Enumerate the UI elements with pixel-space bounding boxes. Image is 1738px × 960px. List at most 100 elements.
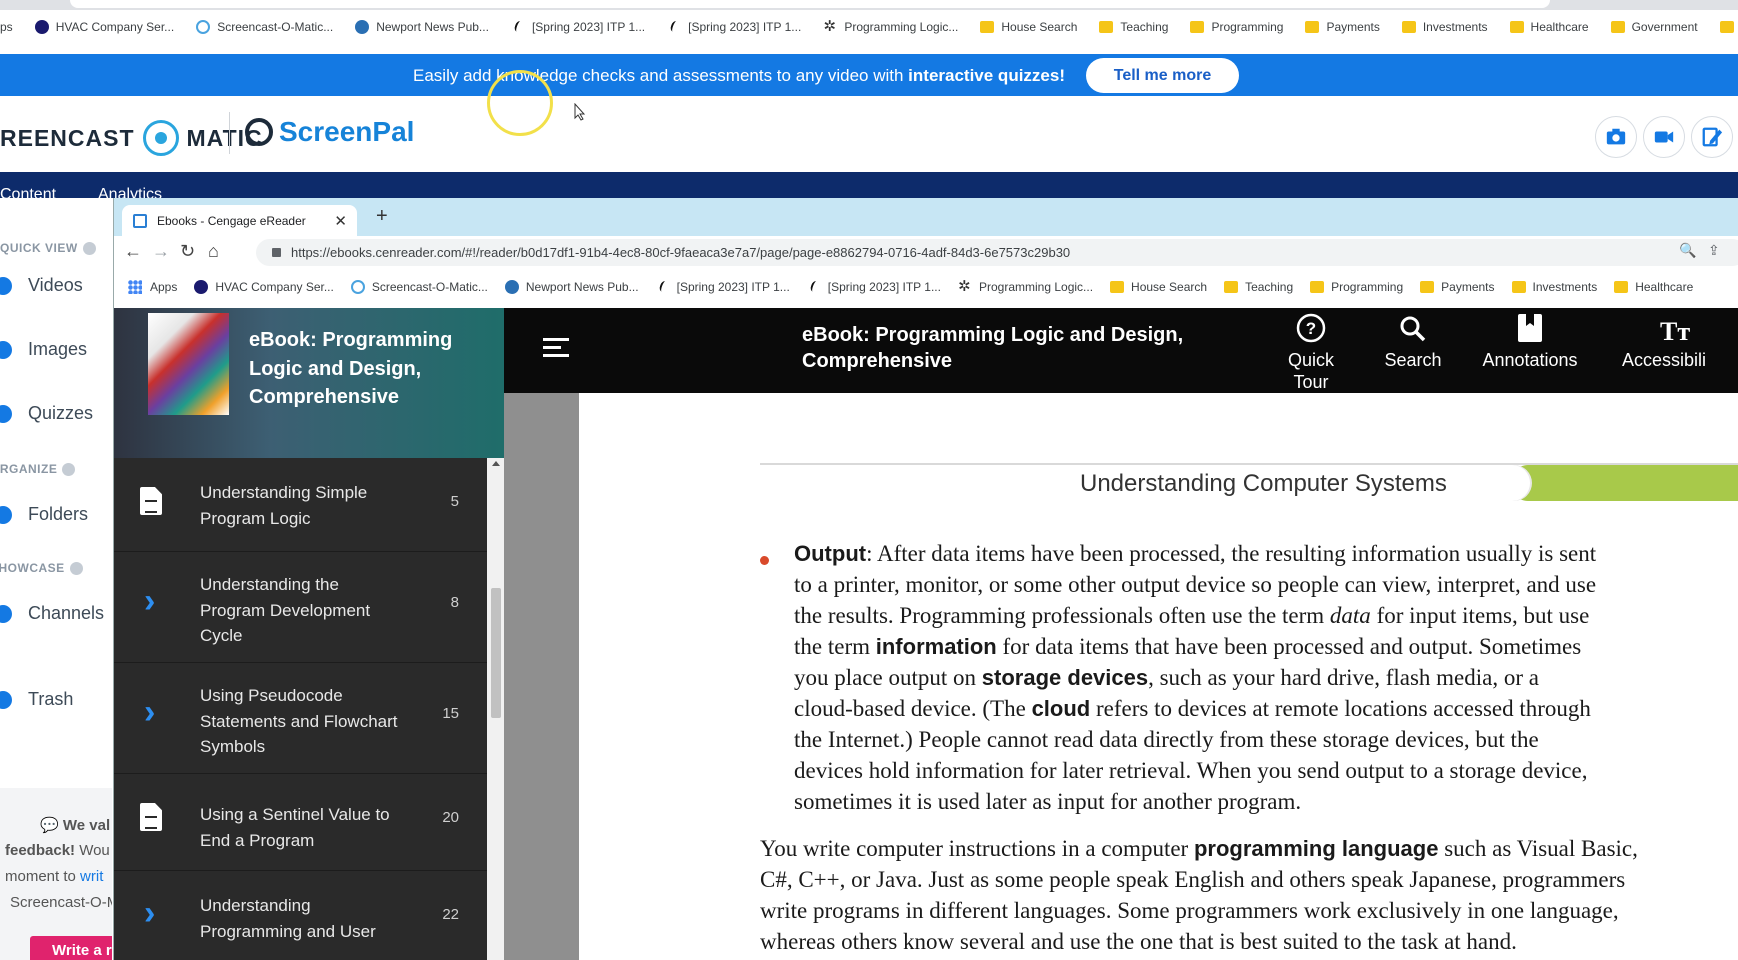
bookmark-item[interactable]: Teaching (1224, 280, 1293, 294)
sidebar-item-label: Channels (28, 603, 105, 623)
menu-collapse-icon[interactable] (543, 338, 569, 358)
bookmark-item[interactable]: Payments (1305, 20, 1380, 34)
scroll-thumb[interactable] (491, 588, 501, 718)
sidebar-item-quizzes[interactable]: Quizzes (0, 403, 93, 424)
new-tab-icon[interactable]: + (376, 205, 388, 228)
info-icon[interactable] (62, 462, 76, 476)
url-bar[interactable]: https://ebooks.cenreader.com/#!/reader/b… (256, 239, 1738, 266)
back-icon[interactable]: ← (124, 241, 142, 262)
folder-icon (1190, 21, 1205, 33)
home-icon[interactable]: ⌂ (208, 241, 219, 262)
bookmark-item[interactable]: Screencast-O-Matic... (350, 280, 488, 294)
toc-item-page: 22 (442, 906, 459, 923)
sidebar-item-folders[interactable]: Folders (0, 504, 88, 525)
toc-item-label: Understanding Programming and User (200, 896, 376, 941)
bookmark-item[interactable]: HVAC Company Ser... (194, 280, 334, 294)
annotations-button[interactable]: Annotations (1470, 311, 1590, 371)
folder-icon (980, 21, 995, 33)
accessibility-button[interactable]: Tт Accessibili (1622, 311, 1738, 371)
bookmark-item[interactable]: Payments (1420, 280, 1495, 294)
bookmark-item[interactable]: House Search (980, 20, 1077, 34)
forward-icon[interactable]: → (152, 241, 170, 262)
url-text: https://ebooks.cenreader.com/#!/reader/b… (291, 245, 1071, 260)
reload-icon[interactable]: ↻ (180, 241, 195, 262)
bookmark-item[interactable]: Newport News Pub... (355, 20, 489, 34)
folder-icon (1420, 281, 1435, 293)
write-review-button[interactable]: Write a r (30, 936, 112, 960)
sidebar-item-label: Folders (28, 504, 89, 524)
sidebar-section-label: QUICK VIEW (0, 241, 78, 255)
bookmark-item[interactable]: Recipes (1719, 20, 1738, 34)
ereader: eBook: Programming Logic and Design, Com… (114, 308, 1738, 960)
toc-item[interactable]: › Understanding Programming and User 22 (114, 871, 487, 960)
bookmark-item[interactable]: Programming (1190, 20, 1283, 34)
bookmark-item[interactable]: Programming Logic... (958, 277, 1093, 295)
bookmark-item[interactable]: Teaching (1099, 20, 1168, 34)
toc-item[interactable]: › Using Pseudocode Statements and Flowcha… (114, 663, 487, 774)
editor-button[interactable] (1691, 116, 1733, 158)
info-icon[interactable] (69, 561, 83, 575)
bookmark-item[interactable]: Investments (1401, 20, 1488, 34)
bookmark-item[interactable]: Newport News Pub... (504, 280, 639, 294)
quick-tour-button[interactable]: ? Quick Tour (1276, 311, 1346, 393)
sidebar-item-videos[interactable]: Videos (0, 275, 83, 296)
outer-bookmark-bar: ps HVAC Company Ser... Screencast-O-Matic.… (0, 0, 1738, 54)
bookmark-label: Teaching (1245, 280, 1294, 294)
bookmark-item[interactable]: Government (1610, 20, 1698, 34)
sidebar-item-channels[interactable]: Channels (0, 603, 104, 624)
search-button[interactable]: Search (1378, 311, 1448, 371)
bookmark-label: Investments (1532, 280, 1598, 294)
bookmark-label: Programming (1211, 20, 1284, 34)
text-line: Output: After data items have been proce… (794, 538, 1596, 569)
browser-tab[interactable]: Ebooks - Cengage eReader ✕ (122, 205, 357, 236)
share-icon[interactable]: ⇪ (1708, 242, 1720, 259)
channel-icon (0, 604, 12, 623)
folder-icon (1509, 21, 1524, 33)
folder-icon (1099, 21, 1114, 33)
text-line: You write computer instructions in a com… (760, 833, 1638, 864)
bookmark-label: Healthcare (1530, 20, 1589, 34)
bookmark-item[interactable]: Healthcare (1509, 20, 1589, 34)
sidebar-item-trash[interactable]: Trash (0, 689, 73, 710)
bookmark-item[interactable]: Screencast-O-Matic... (196, 20, 333, 34)
tell-me-more-button[interactable]: Tell me more (1086, 58, 1239, 93)
bookmark-item[interactable]: [Spring 2023] ITP 1... (807, 280, 941, 294)
sidebar-item-images[interactable]: Images (0, 339, 87, 360)
section-header-band: Understanding Computer Systems (760, 463, 1738, 501)
bookmark-item[interactable]: House Search (1110, 280, 1207, 294)
folder-icon (1310, 281, 1325, 293)
toc-scrollbar[interactable] (487, 458, 504, 960)
bookmark-label: HVAC Company Ser... (55, 20, 175, 34)
bookmark-item[interactable]: ps (0, 20, 13, 34)
screenpal-logo[interactable]: ScreenPal (245, 116, 414, 148)
record-video-button[interactable] (1643, 116, 1685, 158)
scroll-up-icon[interactable] (492, 461, 500, 466)
feedback-line-1-text: We val (62, 817, 111, 834)
screencast-o-matic-logo[interactable]: REENCAST MATIC (0, 120, 263, 156)
screenshot-button[interactable] (1595, 116, 1637, 158)
toc-item[interactable]: › Understanding the Program Development C… (114, 552, 487, 663)
book-header: eBook: Programming Logic and Design, Com… (114, 308, 504, 458)
bookmark-item[interactable]: [Spring 2023] ITP 1... (511, 20, 645, 34)
bookmark-item[interactable]: [Spring 2023] ITP 1... (656, 280, 790, 294)
toc-item[interactable]: Understanding Simple Program Logic 5 (114, 458, 487, 552)
bookmark-item[interactable]: Programming Logic... (823, 17, 958, 35)
annotations-label: Annotations (1482, 350, 1578, 370)
bookmark-item[interactable]: Healthcare (1614, 280, 1693, 294)
bookmark-item[interactable]: [Spring 2023] ITP 1... (667, 20, 801, 34)
quick-tour-label: Quick Tour (1287, 350, 1334, 392)
close-icon[interactable]: ✕ (334, 212, 347, 230)
bookmark-item[interactable]: Apps (128, 280, 177, 294)
bookmark-item[interactable]: Investments (1511, 280, 1598, 294)
browser-tab-bar: Ebooks - Cengage eReader ✕ + (114, 198, 1738, 236)
bookmark-item[interactable]: Programming (1310, 280, 1403, 294)
bookmark-item[interactable]: HVAC Company Ser... (34, 20, 175, 34)
toc-item[interactable]: Using a Sentinel Value to End a Program 2… (114, 774, 487, 871)
bookmark-label: [Spring 2023] ITP 1... (827, 280, 941, 294)
info-icon[interactable] (82, 241, 96, 255)
tab-title: Ebooks - Cengage eReader (157, 213, 306, 228)
zoom-icon[interactable]: 🔍 (1679, 242, 1696, 259)
text-line: you place output on storage devices, suc… (794, 662, 1539, 693)
feedback-link[interactable]: writ (80, 868, 103, 885)
promo-banner: Easily add knowledge checks and assessme… (0, 54, 1738, 96)
